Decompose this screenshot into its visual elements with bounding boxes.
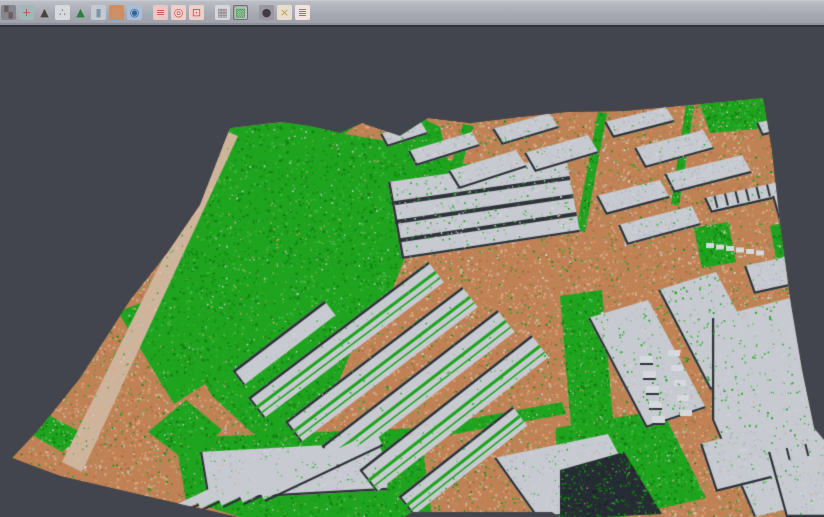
red-selection-icon[interactable]: ⊡ [189,5,204,20]
terrain-green-icon[interactable]: ▲ [73,5,88,20]
select-points-icon[interactable]: ▚ [1,5,16,20]
dark-model-icon[interactable]: ● [259,5,274,20]
point-cloud-canvas[interactable] [0,27,824,517]
sparse-points-icon[interactable]: ∴ [55,5,70,20]
align-pair-icon[interactable]: + [19,5,34,20]
viewport-3d[interactable] [0,27,824,517]
red-target-icon[interactable]: ◎ [171,5,186,20]
export-sheet-icon[interactable]: × [277,5,292,20]
ground-tile-icon[interactable]: ■ [109,5,124,20]
red-sheet-icon[interactable]: ≣ [295,5,310,20]
globe-refresh-icon[interactable]: ◉ [127,5,142,20]
application-window: ▚+▲∴▲▮■◉≡◎⊡▦▧●×≣ [0,0,824,517]
classified-map-icon[interactable]: ▧ [233,5,248,20]
main-toolbar: ▚+▲∴▲▮■◉≡◎⊡▦▧●×≣ [0,0,824,23]
red-list-icon[interactable]: ≡ [153,5,168,20]
terrain-dark-icon[interactable]: ▲ [37,5,52,20]
checker-texture-icon[interactable]: ▦ [215,5,230,20]
profile-column-icon[interactable]: ▮ [91,5,106,20]
